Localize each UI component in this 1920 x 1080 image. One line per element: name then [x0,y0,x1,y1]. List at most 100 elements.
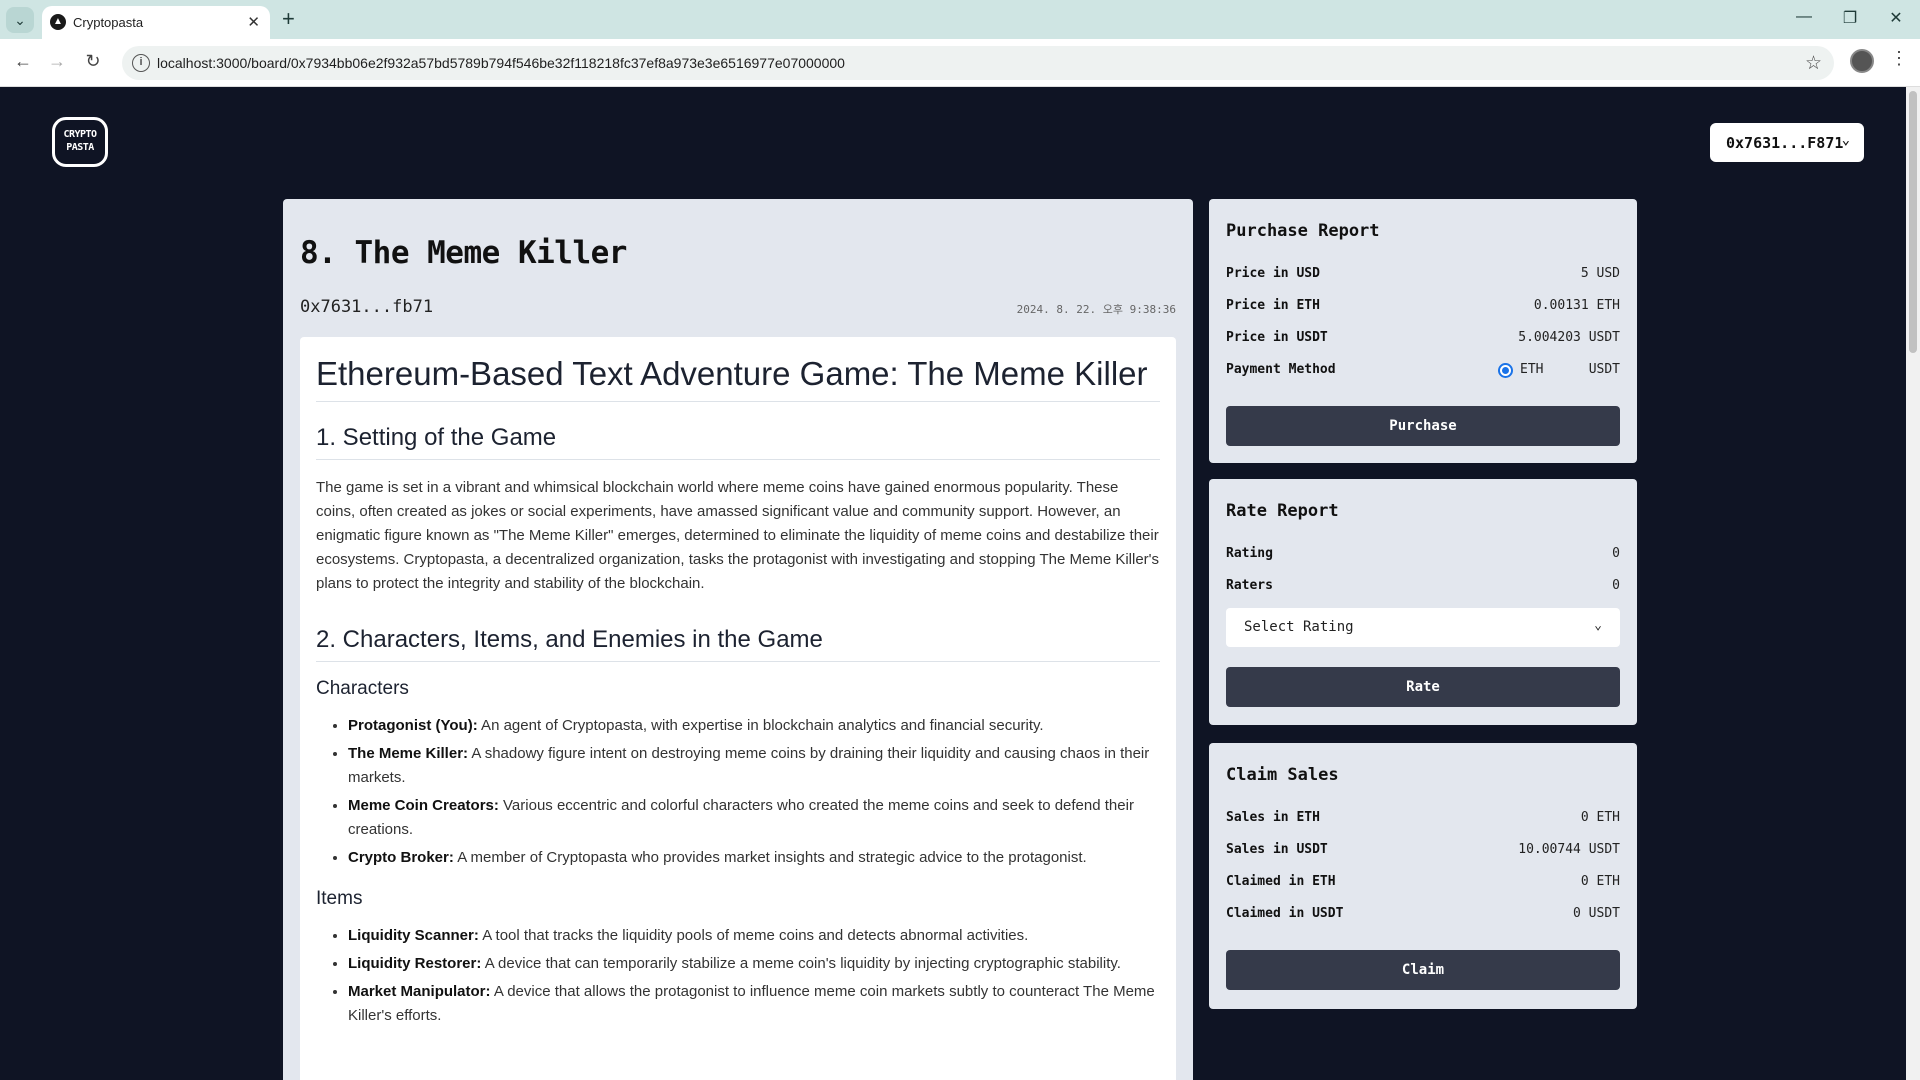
row-label: Price in USD [1226,266,1320,281]
address-bar: ← → ↻ i localhost:3000/board/0x7934bb06e… [0,39,1920,87]
row-label: Claimed in ETH [1226,874,1336,889]
page: CRYPTO PASTA 0x7631...F871 ⌄ 8. The Meme… [0,87,1920,1080]
back-icon[interactable]: ← [10,51,36,72]
sales-eth-row: Sales in ETH 0 ETH [1226,810,1620,830]
list-item: Protagonist (You): An agent of Cryptopas… [348,714,1160,738]
row-value: 0 USDT [1573,906,1620,921]
list-item-term: Crypto Broker: [348,849,454,866]
browser-tab[interactable]: ▲ Cryptopasta ✕ [42,6,270,39]
sales-usdt-row: Sales in USDT 10.00744 USDT [1226,842,1620,862]
reload-icon[interactable]: ↻ [80,51,106,72]
characters-list: Protagonist (You): An agent of Cryptopas… [316,714,1160,870]
price-usd-row: Price in USD 5 USD [1226,266,1620,286]
claimed-eth-row: Claimed in ETH 0 ETH [1226,874,1620,894]
payment-eth-label: ETH [1520,362,1544,377]
minimize-icon[interactable]: — [1789,8,1819,26]
section-heading: 2. Characters, Items, and Enemies in the… [316,626,1160,662]
price-eth-row: Price in ETH 0.00131 ETH [1226,298,1620,318]
payment-eth-radio[interactable] [1498,363,1513,378]
list-item: Liquidity Scanner: A tool that tracks th… [348,924,1160,948]
url-text: localhost:3000/board/0x7934bb06e2f932a57… [157,55,845,71]
list-item-term: The Meme Killer: [348,745,469,762]
cryptopasta-logo[interactable]: CRYPTO PASTA [52,117,108,167]
row-label: Raters [1226,578,1273,593]
row-label: Price in USDT [1226,330,1328,345]
tab-close-icon[interactable]: ✕ [247,13,260,31]
subsection-heading: Characters [316,678,409,699]
items-list: Liquidity Scanner: A tool that tracks th… [316,924,1160,1028]
claim-button[interactable]: Claim [1226,950,1620,990]
section-heading: 1. Setting of the Game [316,424,1160,460]
row-label: Claimed in USDT [1226,906,1344,921]
profile-avatar-icon[interactable] [1850,49,1874,73]
window-close-icon[interactable]: ✕ [1881,8,1911,28]
browser-menu-icon[interactable]: ⋮ [1890,48,1908,69]
page-scrollbar[interactable] [1906,87,1920,1080]
scrollbar-thumb[interactable] [1909,91,1917,353]
row-value: 5.004203 USDT [1518,330,1620,345]
claimed-usdt-row: Claimed in USDT 0 USDT [1226,906,1620,926]
raters-row: Raters 0 [1226,578,1620,598]
payment-method-row: Payment Method ETH USDT [1226,362,1620,382]
new-tab-icon[interactable]: + [282,6,295,32]
list-item-term: Liquidity Restorer: [348,955,482,972]
article-author: 0x7631...fb71 [300,297,434,317]
rate-report-panel: Rate Report Rating 0 Raters 0 Select Rat… [1209,479,1637,725]
rating-select[interactable]: Select Rating ⌄ [1226,608,1620,647]
article-date: 2024. 8. 22. 오후 9:38:36 [1016,303,1176,316]
list-item: Crypto Broker: A member of Cryptopasta w… [348,846,1160,870]
purchase-report-panel: Purchase Report Price in USD 5 USD Price… [1209,199,1637,463]
wallet-address: 0x7631...F871 [1726,134,1844,152]
list-item-term: Meme Coin Creators: [348,797,499,814]
list-item: Liquidity Restorer: A device that can te… [348,952,1160,976]
row-label: Sales in USDT [1226,842,1328,857]
list-item: The Meme Killer: A shadowy figure intent… [348,742,1160,790]
section-paragraph: The game is set in a vibrant and whimsic… [316,479,1160,592]
content-heading: Ethereum-Based Text Adventure Game: The … [316,355,1160,402]
row-value: 5 USD [1580,266,1620,281]
rating-select-value: Select Rating [1244,619,1354,635]
wallet-button[interactable]: 0x7631...F871 ⌄ [1710,123,1864,162]
payment-method-radio-group: ETH USDT [1498,361,1620,381]
row-label: Rating [1226,546,1273,561]
tab-title: Cryptopasta [73,15,144,30]
subsection-heading: Items [316,888,363,909]
favicon-icon: ▲ [50,14,66,30]
list-item-desc: A shadowy figure intent on destroying me… [348,745,1150,786]
panel-title: Purchase Report [1226,221,1380,241]
rating-row: Rating 0 [1226,546,1620,566]
panel-title: Rate Report [1226,501,1339,521]
row-value: 0.00131 ETH [1533,298,1620,313]
chevron-down-icon: ⌄ [1841,132,1850,148]
browser-chrome: ⌄ ▲ Cryptopasta ✕ + — ❐ ✕ ← → ↻ i localh… [0,0,1920,87]
purchase-button[interactable]: Purchase [1226,406,1620,446]
article-title: 8. The Meme Killer [300,235,627,271]
payment-usdt-label[interactable]: USDT [1589,362,1620,377]
article-card: 8. The Meme Killer 0x7631...fb71 2024. 8… [283,199,1193,1080]
panel-title: Claim Sales [1226,765,1339,785]
chevron-down-icon: ⌄ [1594,618,1602,633]
claim-sales-panel: Claim Sales Sales in ETH 0 ETH Sales in … [1209,743,1637,1009]
list-item-term: Protagonist (You): [348,717,478,734]
list-item-term: Liquidity Scanner: [348,927,479,944]
row-value: 10.00744 USDT [1518,842,1620,857]
forward-icon[interactable]: → [44,51,70,72]
article-body: Ethereum-Based Text Adventure Game: The … [300,337,1176,1080]
url-input[interactable]: i localhost:3000/board/0x7934bb06e2f932a… [122,46,1834,80]
row-value: 0 [1612,578,1620,593]
price-usdt-row: Price in USDT 5.004203 USDT [1226,330,1620,350]
tab-search-dropdown-icon[interactable]: ⌄ [6,7,34,33]
row-value: 0 ETH [1580,810,1620,825]
restore-icon[interactable]: ❐ [1835,8,1865,28]
row-label: Price in ETH [1226,298,1320,313]
row-value: 0 [1612,546,1620,561]
list-item: Market Manipulator: A device that allows… [348,980,1160,1028]
site-info-icon[interactable]: i [132,54,150,72]
tab-bar: ⌄ ▲ Cryptopasta ✕ + — ❐ ✕ [0,0,1920,39]
list-item-desc: An agent of Cryptopasta, with expertise … [477,717,1044,734]
list-item-desc: A member of Cryptopasta who provides mar… [453,849,1087,866]
bookmark-star-icon[interactable]: ☆ [1805,52,1822,75]
list-item-term: Market Manipulator: [348,983,491,1000]
rate-button[interactable]: Rate [1226,667,1620,707]
list-item: Meme Coin Creators: Various eccentric an… [348,794,1160,842]
